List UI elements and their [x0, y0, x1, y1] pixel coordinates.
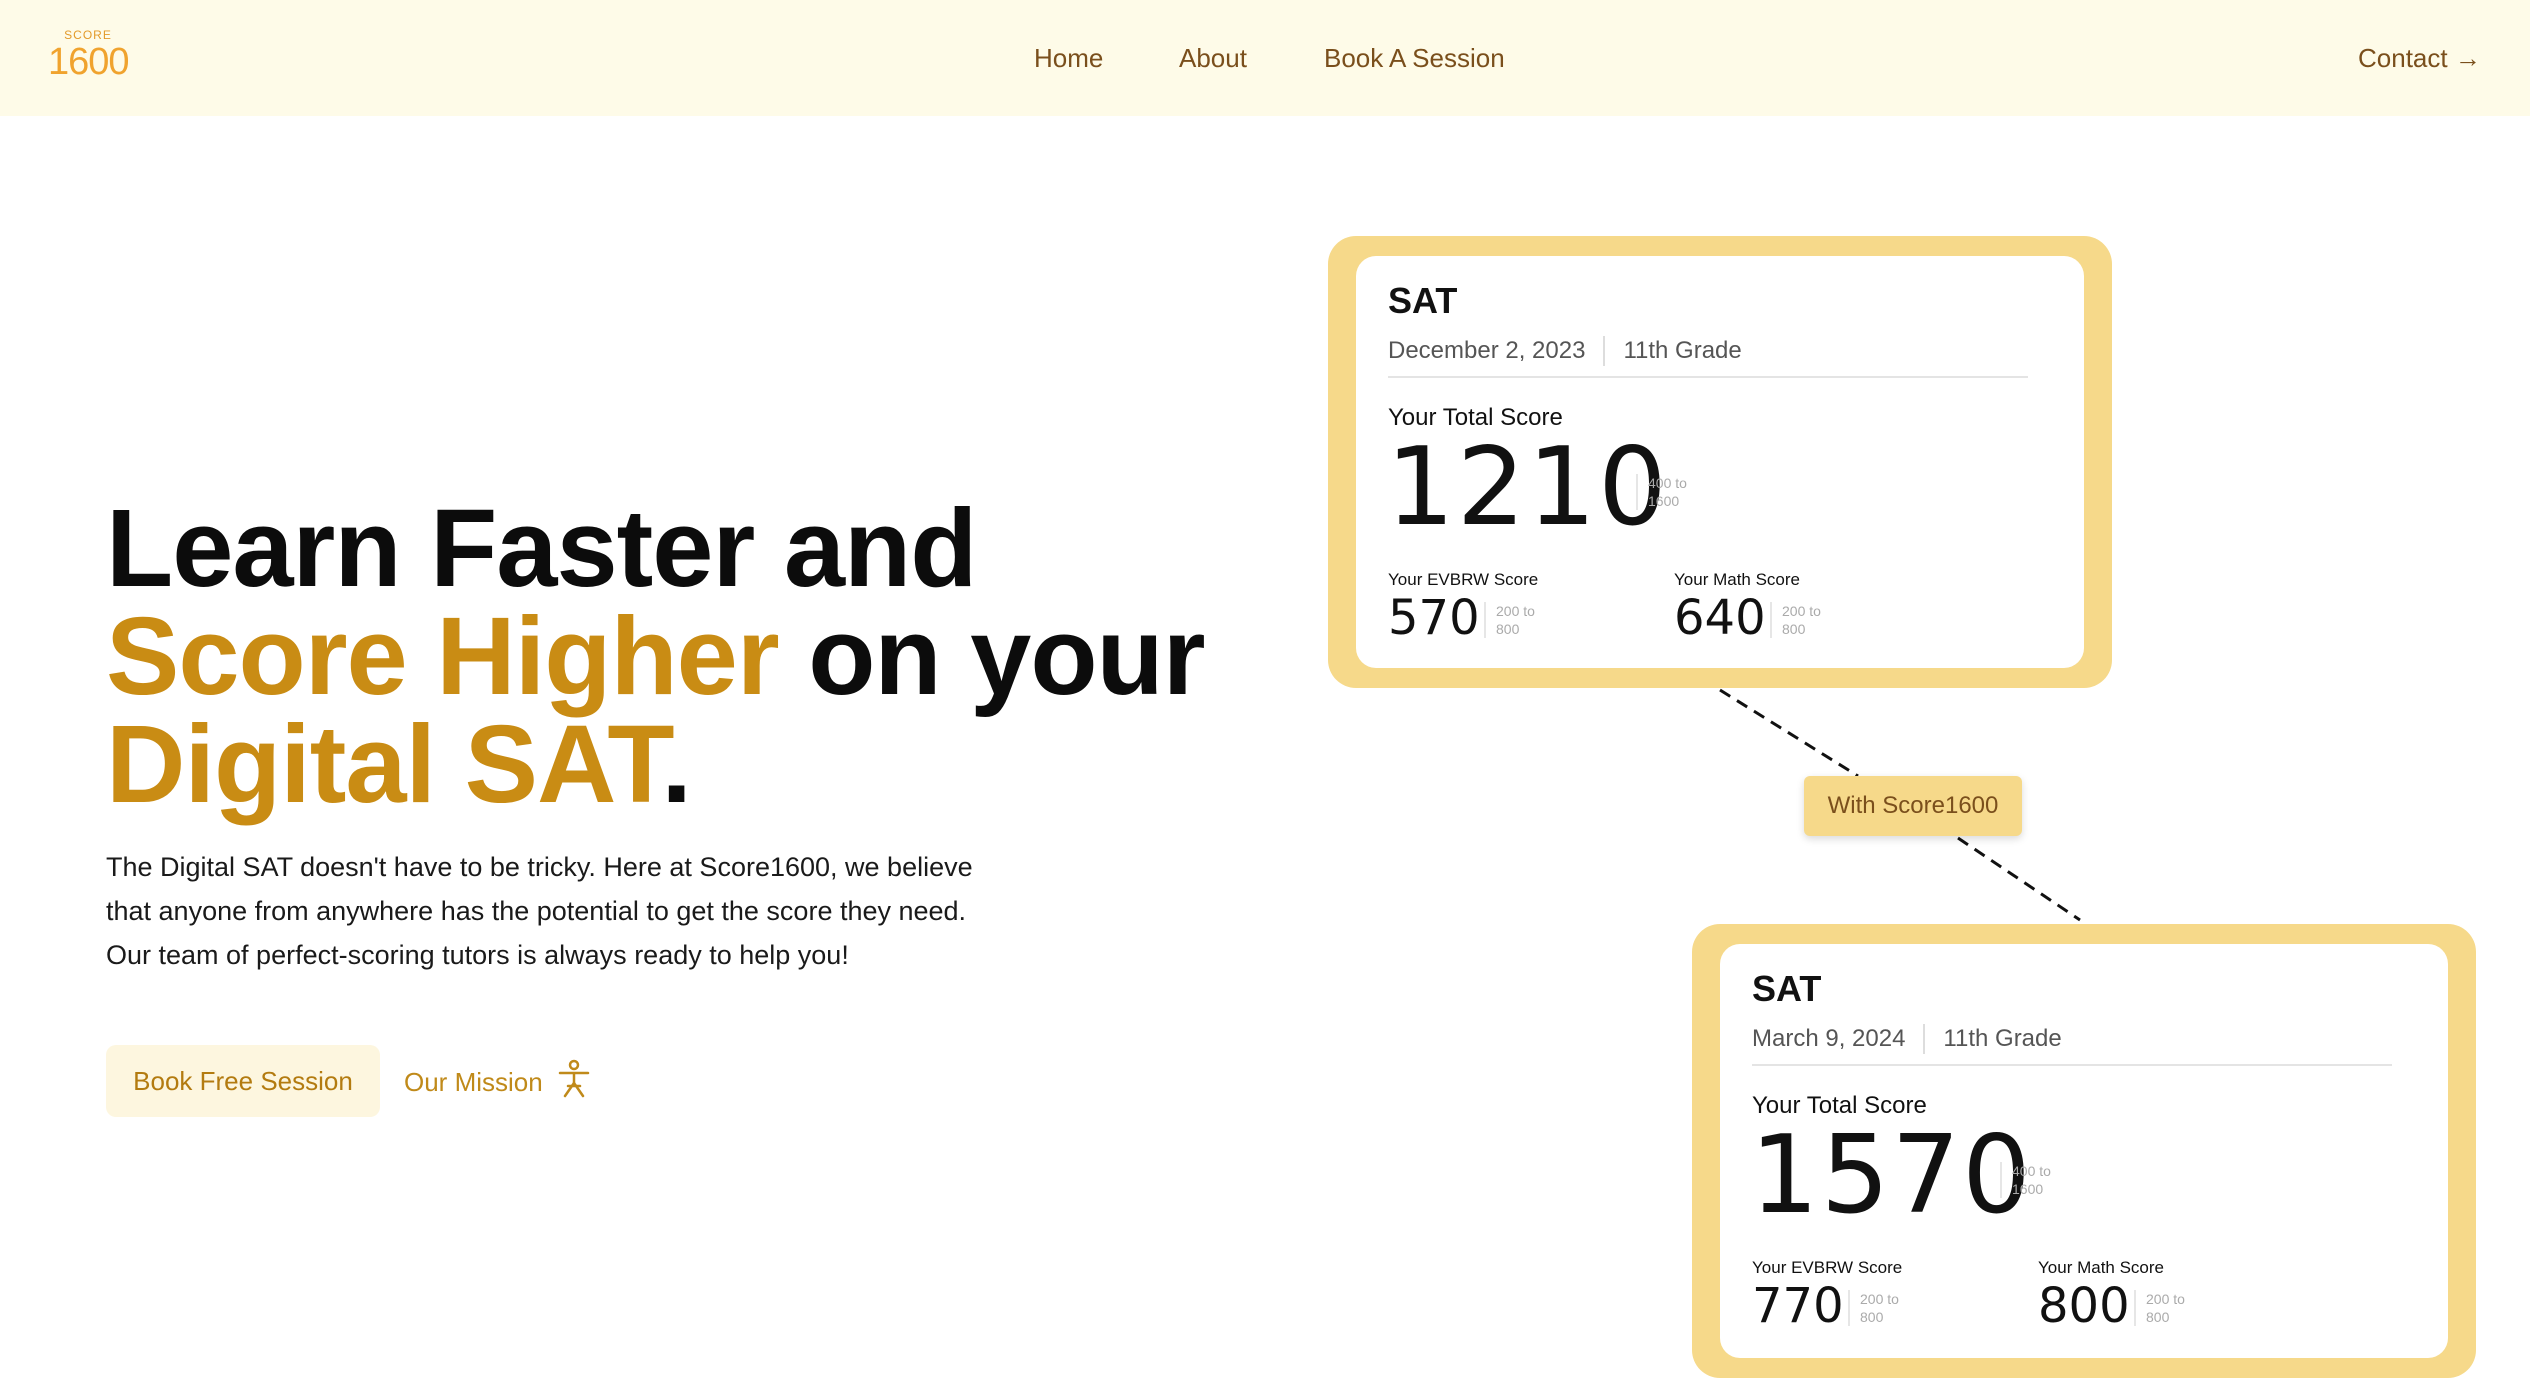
nav-book-session-link[interactable]: Book A Session	[1324, 40, 1505, 76]
math-score-label: Your Math Score	[1674, 570, 1800, 589]
math-score-range: 200 to 800	[1770, 602, 1840, 638]
card-meta: December 2, 2023 11th Grade	[1388, 334, 2028, 378]
headline-line-2: on your	[778, 595, 1205, 718]
headline-gold-2: Digital SAT	[106, 703, 662, 826]
logo-small-text: SCORE	[64, 28, 112, 42]
headline-dot: .	[661, 703, 692, 826]
math-score-value: 800	[2038, 1278, 2130, 1334]
person-icon	[557, 1059, 591, 1106]
card-grade: 11th Grade	[1943, 1025, 2062, 1052]
nav-about-link[interactable]: About	[1179, 40, 1247, 76]
hero-headline: Learn Faster and Score Higher on your Di…	[106, 494, 1206, 820]
math-score-value: 640	[1674, 590, 1766, 646]
evbrw-score-value: 570	[1388, 590, 1480, 646]
card-date: March 9, 2024	[1752, 1024, 1926, 1054]
headline-line-1: Learn Faster and	[106, 487, 977, 610]
total-score-value: 1210	[1386, 425, 1669, 550]
card-grade: 11th Grade	[1623, 337, 1742, 364]
our-mission-button[interactable]: Our Mission	[404, 1058, 591, 1106]
total-score-value: 1570	[1750, 1113, 2033, 1238]
card-title: SAT	[1388, 280, 1458, 321]
logo[interactable]: SCORE 1600	[48, 28, 130, 88]
evbrw-score-range: 200 to 800	[1848, 1290, 1918, 1326]
math-score-label: Your Math Score	[2038, 1258, 2164, 1277]
our-mission-label: Our Mission	[404, 1066, 543, 1097]
score-card-before: SAT December 2, 2023 11th Grade Your Tot…	[1328, 236, 2112, 688]
math-score-range: 200 to 800	[2134, 1290, 2204, 1326]
score-card-inner: SAT March 9, 2024 11th Grade Your Total …	[1720, 944, 2448, 1358]
logo-number: 1600	[48, 41, 130, 83]
headline-gold-1: Score Higher	[106, 595, 780, 718]
score-card-after: SAT March 9, 2024 11th Grade Your Total …	[1692, 924, 2476, 1378]
card-title: SAT	[1752, 968, 1822, 1009]
with-score1600-badge: With Score1600	[1804, 776, 2022, 836]
evbrw-score-label: Your EVBRW Score	[1388, 570, 1539, 589]
top-nav: SCORE 1600 Home About Book A Session Con…	[0, 0, 2530, 116]
contact-label: Contact	[2358, 43, 2448, 73]
arrow-right-icon: →	[2454, 43, 2481, 73]
card-meta: March 9, 2024 11th Grade	[1752, 1022, 2392, 1066]
hero-description: The Digital SAT doesn't have to be trick…	[106, 852, 973, 970]
nav-contact-link[interactable]: Contact →	[2358, 40, 2481, 76]
total-score-range: 400 to 1600	[2000, 1162, 2070, 1198]
total-score-range: 400 to 1600	[1636, 474, 1706, 510]
book-free-session-button[interactable]: Book Free Session	[106, 1045, 380, 1117]
evbrw-score-value: 770	[1752, 1278, 1844, 1334]
card-date: December 2, 2023	[1388, 336, 1606, 366]
nav-home-link[interactable]: Home	[1034, 40, 1103, 76]
score-card-inner: SAT December 2, 2023 11th Grade Your Tot…	[1356, 256, 2084, 668]
evbrw-score-label: Your EVBRW Score	[1752, 1258, 1903, 1277]
evbrw-score-range: 200 to 800	[1484, 602, 1554, 638]
